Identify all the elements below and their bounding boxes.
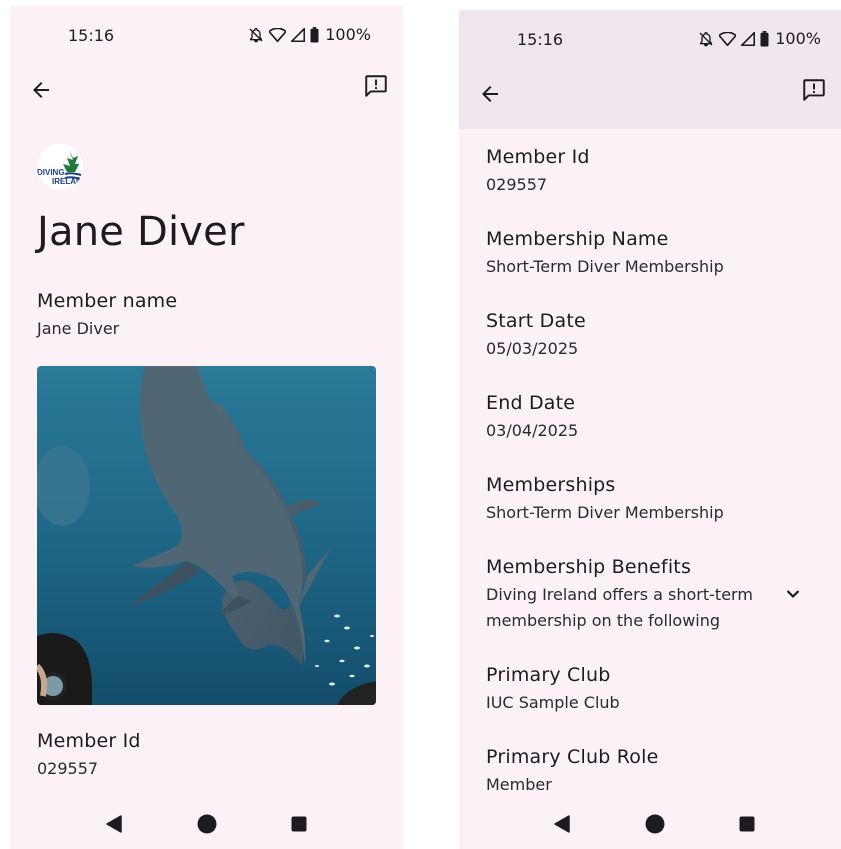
logo-text-1: DIVING (37, 168, 65, 177)
field-label: Memberships (486, 474, 616, 496)
field-value: Short-Term Diver Membership (486, 257, 724, 276)
field-label: Membership Benefits (486, 556, 692, 578)
status-icons: 100% (248, 25, 371, 44)
right-screen: 15:16 100% Member Id 029557 Membership N… (459, 10, 841, 849)
field-label: Primary Club (486, 664, 611, 686)
nav-back-icon (105, 815, 123, 837)
nav-back-button[interactable] (103, 815, 125, 837)
nav-recents-button[interactable] (288, 815, 310, 837)
field-value: Short-Term Diver Membership (486, 503, 724, 522)
status-bar: 15:16 100% (459, 10, 841, 66)
status-icons: 100% (698, 29, 821, 48)
field-label: Primary Club Role (486, 746, 659, 768)
app-bar (10, 62, 403, 126)
back-button[interactable] (470, 76, 510, 116)
battery-icon (310, 26, 319, 43)
battery-percent: 100% (325, 25, 371, 44)
wifi-icon (719, 31, 737, 46)
logo-text-2: IRELAND (52, 177, 83, 186)
arrow-back-icon (29, 78, 53, 106)
member-photo (37, 366, 376, 705)
nav-home-button[interactable] (196, 814, 218, 838)
field-value: 03/04/2025 (486, 421, 579, 440)
field-value: Diving Ireland offers a short-term membe… (486, 585, 753, 630)
detail-end-date: End Date 03/04/2025 (486, 392, 821, 474)
field-value: Member (486, 775, 552, 794)
nav-home-button[interactable] (644, 814, 666, 838)
arrow-back-icon (478, 82, 502, 110)
system-nav-bar (459, 803, 841, 849)
battery-percent: 100% (775, 29, 821, 48)
nav-back-button[interactable] (551, 815, 573, 837)
field-label: Start Date (486, 310, 586, 332)
member-name-field: Member name Jane Diver (37, 290, 177, 342)
detail-member-id: Member Id 029557 (486, 146, 821, 228)
nav-back-icon (553, 815, 571, 837)
signal-icon (291, 27, 306, 42)
detail-memberships: Memberships Short-Term Diver Membership (486, 474, 821, 556)
nav-recents-icon (291, 816, 307, 836)
membership-details-list: Member Id 029557 Membership Name Short-T… (486, 146, 821, 828)
feedback-icon (363, 73, 389, 103)
detail-start-date: Start Date 05/03/2025 (486, 310, 821, 392)
feedback-icon (801, 77, 827, 107)
field-label: End Date (486, 392, 576, 414)
status-bar: 15:16 100% (10, 6, 403, 62)
wifi-icon (269, 27, 287, 42)
field-value: IUC Sample Club (486, 693, 620, 712)
field-label: Member Id (37, 730, 141, 752)
field-value: 029557 (486, 175, 548, 194)
left-screen: 15:16 100% DIVING IRELAN Jane Diver Memb… (10, 6, 403, 849)
bell-off-icon (698, 31, 714, 47)
nav-recents-button[interactable] (736, 815, 758, 837)
status-time: 15:16 (68, 26, 115, 45)
chevron-down-icon[interactable] (785, 586, 801, 606)
app-bar (459, 66, 841, 130)
signal-icon (741, 31, 756, 46)
field-label: Member name (37, 290, 178, 312)
battery-icon (760, 30, 769, 47)
status-time: 15:16 (517, 30, 564, 49)
member-id-field: Member Id 029557 (37, 730, 141, 782)
system-nav-bar (10, 803, 403, 849)
field-value: Jane Diver (37, 319, 120, 338)
page-title: Jane Diver (37, 209, 245, 255)
nav-recents-icon (739, 816, 755, 836)
field-value: 05/03/2025 (486, 339, 579, 358)
feedback-button[interactable] (794, 72, 834, 112)
nav-home-icon (645, 814, 665, 838)
field-label: Member Id (486, 146, 590, 168)
detail-primary-club: Primary Club IUC Sample Club (486, 664, 821, 746)
detail-membership-benefits[interactable]: Membership Benefits Diving Ireland offer… (486, 556, 821, 664)
nav-home-icon (197, 814, 217, 838)
field-label: Membership Name (486, 228, 669, 250)
diving-ireland-logo: DIVING IRELAND (37, 144, 83, 190)
bell-off-icon (248, 27, 264, 43)
field-value: 029557 (37, 759, 99, 778)
detail-membership-name: Membership Name Short-Term Diver Members… (486, 228, 821, 310)
feedback-button[interactable] (356, 68, 396, 108)
back-button[interactable] (21, 72, 61, 112)
